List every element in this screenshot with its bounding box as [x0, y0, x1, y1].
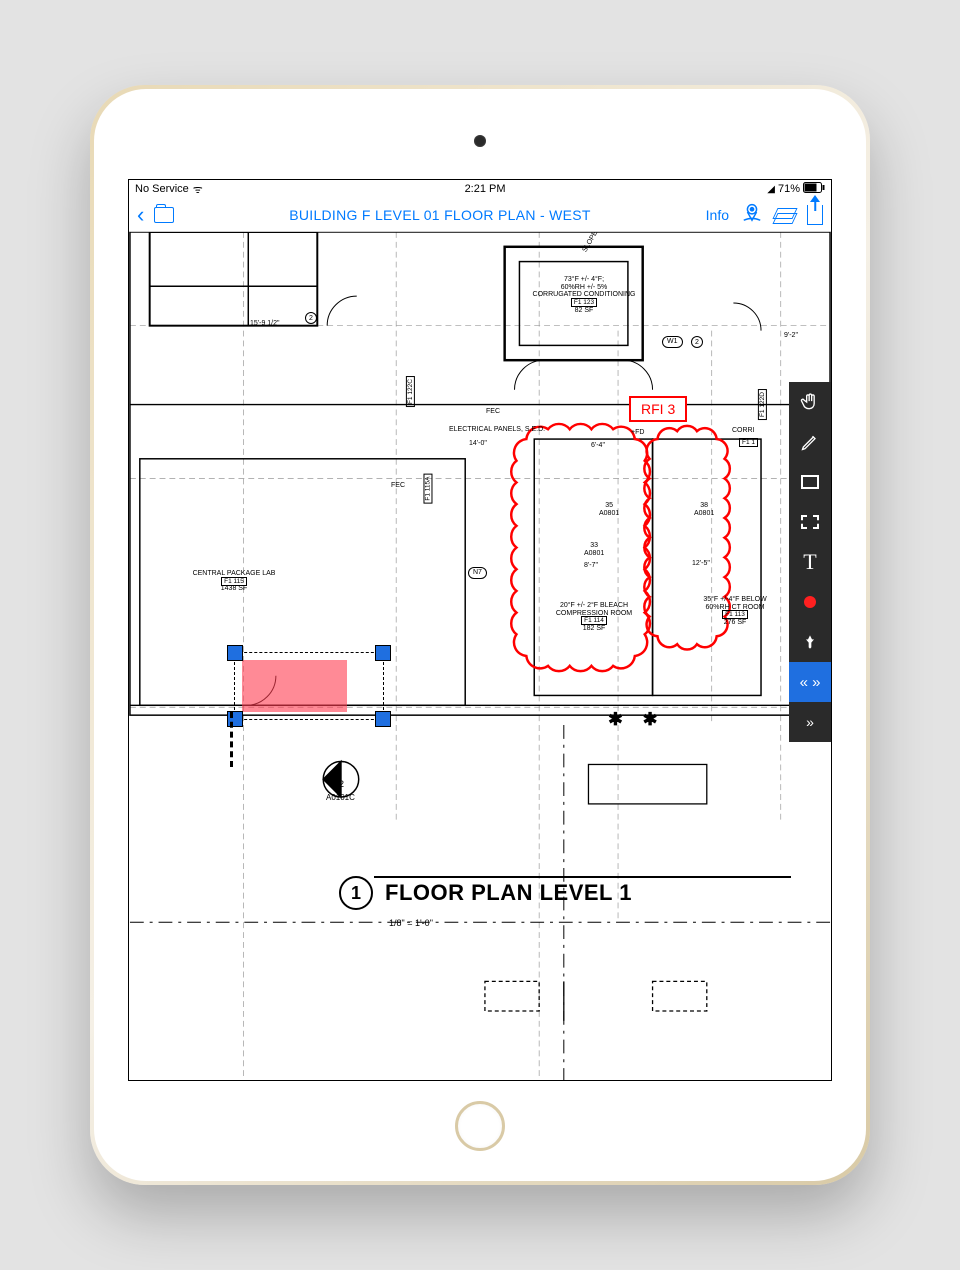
app-toolbar: ‹ BUILDING F LEVEL 01 FLOOR PLAN - WEST … [129, 198, 831, 232]
battery-arrow-icon: ◢ [767, 184, 775, 195]
section-ref: A0101C [326, 794, 355, 803]
resize-handle-tr[interactable] [375, 645, 391, 661]
label-elec: ELECTRICAL PANELS, S.E.D. [449, 426, 545, 434]
tag-33: 33A0801 [584, 542, 604, 557]
svg-text:✱: ✱ [608, 709, 623, 729]
camera-icon [474, 135, 486, 147]
home-button[interactable] [455, 1101, 505, 1151]
label-dim4: 8'-7" [584, 562, 598, 570]
svg-text:✱: ✱ [643, 709, 658, 729]
status-bar: No Service ᯤ 2:21 PM ◢ 71% [129, 180, 831, 198]
drawing-canvas[interactable]: ✱ ✱ SLOPE 73°F +/- 4°F; [129, 232, 831, 1080]
label-conditioning: 73°F +/- 4°F; 60%RH +/- 5% CORRUGATED CO… [529, 276, 639, 314]
selection-rectangle[interactable] [234, 652, 384, 720]
label-dim1: 15'-9 1/2" [250, 320, 280, 328]
label-dim5: 12'-5" [692, 560, 710, 568]
selection-fill [242, 660, 347, 712]
tag-w1: W1 [662, 336, 683, 348]
label-central-lab: CENTRAL PACKAGE LAB F1 115 1438 SF [169, 570, 299, 593]
label-dim6: 9'-2" [784, 332, 798, 340]
tag-2a: 2 [305, 312, 317, 324]
tag-35: 35A0801 [599, 502, 619, 517]
plan-title: FLOOR PLAN LEVEL 1 [385, 880, 632, 906]
label-dim2: 14'-0" [469, 440, 487, 448]
layers-icon[interactable] [775, 208, 795, 222]
carrier-text: No Service [135, 183, 189, 195]
wifi-icon: ᯤ [193, 182, 203, 197]
text-tool[interactable]: T [789, 542, 831, 582]
rectangle-tool[interactable] [789, 462, 831, 502]
ipad-bezel: No Service ᯤ 2:21 PM ◢ 71% ‹ BUILDING F … [94, 89, 866, 1181]
tag-n7: N7 [468, 567, 487, 579]
pencil-tool[interactable] [789, 422, 831, 462]
battery-percent: 71% [778, 183, 800, 195]
ipad-frame: No Service ᯤ 2:21 PM ◢ 71% ‹ BUILDING F … [90, 85, 870, 1185]
expand-toolbar-button[interactable]: « » [789, 662, 831, 702]
tag-38: 38A0801 [694, 502, 714, 517]
document-title[interactable]: BUILDING F LEVEL 01 FLOOR PLAN - WEST [184, 207, 695, 223]
pan-tool[interactable] [789, 382, 831, 422]
tag-2b: 2 [691, 336, 703, 348]
label-compression: 20°F +/- 2°F BLEACH COMPRESSION ROOM F1 … [539, 602, 649, 633]
door-122d: F1 122D [758, 389, 767, 420]
label-dim3: 6'-4" [591, 442, 605, 450]
label-ct-room: 35°F +/-4°F BELOW 60%RH CT ROOM F1 113 2… [685, 596, 785, 627]
plan-number-circle: 1 [339, 876, 373, 910]
door-122c: F1 122C [406, 376, 415, 407]
clock: 2:21 PM [465, 183, 506, 195]
section-2: 2 [339, 780, 344, 790]
label-fd: +FD [631, 429, 644, 437]
annotation-toolbar: T « » » [789, 382, 831, 742]
label-corridor-code: F1 1 [739, 438, 758, 447]
plan-title-row: 1 FLOOR PLAN LEVEL 1 [339, 876, 632, 910]
plan-scale: 1/8" = 1'-0" [389, 918, 433, 928]
back-button[interactable]: ‹ [137, 202, 144, 228]
pin-tool[interactable] [789, 622, 831, 662]
more-tools-button[interactable]: » [789, 702, 831, 742]
dashed-rectangle-tool[interactable] [789, 502, 831, 542]
resize-handle-tl[interactable] [227, 645, 243, 661]
location-pin-icon[interactable] [741, 201, 763, 228]
share-icon[interactable] [807, 205, 823, 225]
resize-handle-br[interactable] [375, 711, 391, 727]
info-button[interactable]: Info [706, 207, 729, 223]
app-screen: No Service ᯤ 2:21 PM ◢ 71% ‹ BUILDING F … [128, 179, 832, 1081]
rfi-annotation[interactable]: RFI 3 [629, 396, 687, 422]
label-fec1: FEC [486, 408, 500, 416]
record-tool[interactable] [789, 582, 831, 622]
selection-leader [230, 712, 233, 767]
door-115a: F1 115A [423, 474, 432, 504]
label-fec2: FEC [391, 482, 405, 490]
label-corridor: CORRI [732, 427, 755, 435]
files-icon[interactable] [154, 207, 174, 223]
